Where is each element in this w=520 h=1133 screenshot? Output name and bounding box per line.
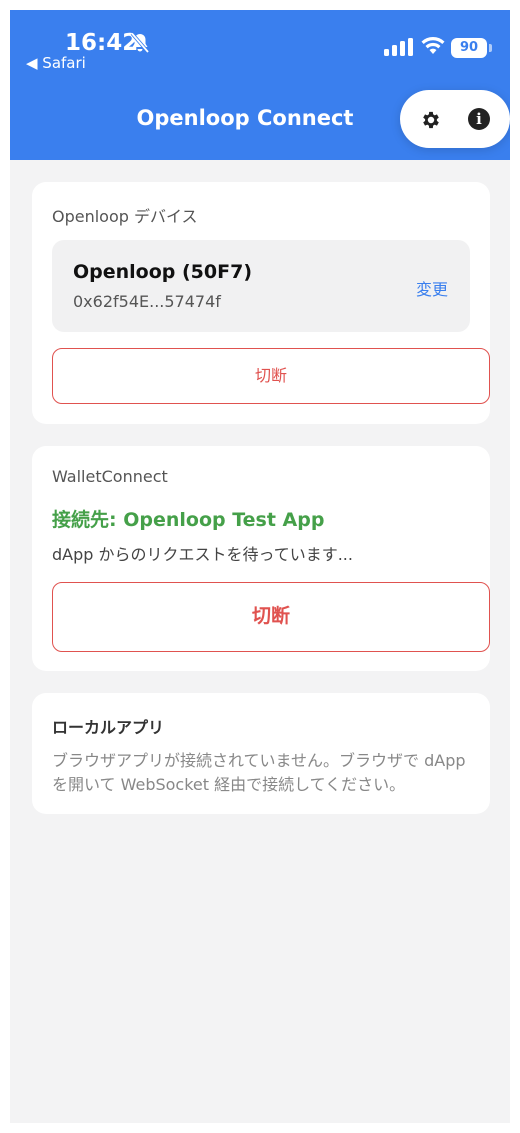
battery-indicator: 90 [451,38,487,58]
device-name: Openloop (50F7) [73,261,253,283]
gear-icon[interactable] [420,109,442,131]
local-apps-card: ローカルアプリ ブラウザアプリが接続されていません。ブラウザで dApp を開い… [32,693,490,814]
walletconnect-card-title: WalletConnect [52,467,168,486]
walletconnect-disconnect-button[interactable]: 切断 [52,582,490,652]
connection-status: 接続先: Openloop Test App [52,509,325,531]
change-device-link[interactable]: 変更 [416,276,448,300]
info-icon[interactable]: i [468,108,490,130]
device-address: 0x62f54E...57474f [73,292,221,311]
header-bar: 16:42 ◀ Safari 90 Openloop Connect i [10,10,510,160]
device-card-title: Openloop デバイス [52,207,198,226]
walletconnect-card: WalletConnect 接続先: Openloop Test App dAp… [32,446,490,671]
device-info-box: Openloop (50F7) 0x62f54E...57474f 変更 [52,240,470,332]
wifi-icon [421,36,445,54]
app-screen: 16:42 ◀ Safari 90 Openloop Connect i Ope… [10,10,510,1123]
device-card: Openloop デバイス Openloop (50F7) 0x62f54E..… [32,182,490,424]
local-apps-card-title: ローカルアプリ [52,718,165,737]
device-disconnect-button[interactable]: 切断 [52,348,490,404]
local-apps-message: ブラウザアプリが接続されていません。ブラウザで dApp を開いて WebSoc… [52,751,466,794]
cellular-signal-icon [384,38,413,56]
waiting-message: dApp からのリクエストを待っています... [52,545,353,564]
bell-slash-icon [130,32,150,54]
battery-tip [489,44,492,52]
back-to-safari-link[interactable]: ◀ Safari [26,54,86,72]
header-actions: i [400,90,510,148]
